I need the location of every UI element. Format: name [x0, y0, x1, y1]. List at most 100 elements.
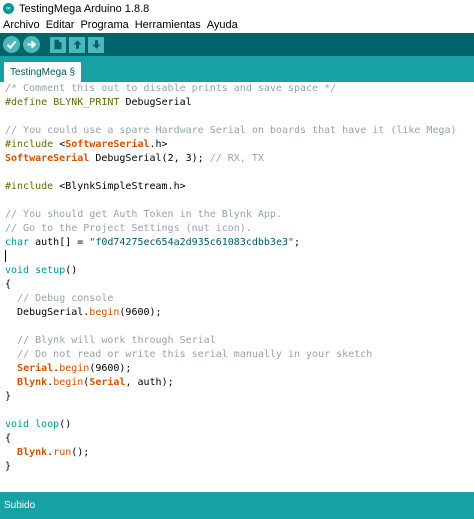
code-token: // Go to the Project Settings (nut icon)…: [5, 223, 252, 234]
code-token: <BlynkSimpleStream.h>: [53, 181, 186, 192]
code-token: begin: [53, 377, 84, 388]
code-line: #include <BlynkSimpleStream.h>: [5, 180, 474, 194]
code-token: Blynk: [17, 377, 48, 388]
text-cursor: [5, 250, 6, 262]
code-token: <: [53, 139, 66, 150]
menu-herramientas[interactable]: Herramientas: [132, 19, 204, 31]
code-token: (): [65, 265, 78, 276]
code-line: // Debug console: [5, 292, 474, 306]
code-token: (9600);: [119, 307, 162, 318]
code-token: setup: [35, 265, 66, 276]
code-token: auth[] =: [29, 237, 90, 248]
menu-ayuda[interactable]: Ayuda: [204, 19, 241, 31]
code-line: // You could use a spare Hardware Serial…: [5, 124, 474, 138]
window-title: TestingMega Arduino 1.8.8: [19, 2, 150, 15]
save-button[interactable]: [88, 36, 104, 53]
menu-editar[interactable]: Editar: [43, 19, 78, 31]
code-line: Blynk.begin(Serial, auth);: [5, 376, 474, 390]
code-line: // You should get Auth Token in the Blyn…: [5, 208, 474, 222]
code-token: // Debug console: [17, 293, 114, 304]
upload-icon: [27, 40, 37, 49]
toolbar: [0, 33, 474, 56]
code-line: }: [5, 460, 474, 474]
code-token: DebugSerial: [119, 97, 192, 108]
menu-bar: Archivo Editar Programa Herramientas Ayu…: [0, 17, 474, 33]
code-token: DebugSerial.: [5, 307, 90, 318]
code-token: // You should get Auth Token in the Blyn…: [5, 209, 282, 220]
status-bar: Subido: [0, 492, 474, 519]
code-token: // Blynk will work through Serial: [17, 335, 216, 346]
code-editor[interactable]: /* Comment this out to disable prints an…: [0, 82, 474, 492]
code-token: Serial: [17, 363, 54, 374]
title-bar: ∞ TestingMega Arduino 1.8.8: [0, 0, 474, 17]
code-token: {: [5, 279, 12, 290]
code-token: /* Comment this out to disable prints an…: [5, 83, 337, 94]
code-line: Serial.begin(9600);: [5, 362, 474, 376]
code-line: void setup(): [5, 264, 474, 278]
code-token: DebugSerial(2, 3);: [89, 153, 210, 164]
arduino-logo-icon: ∞: [3, 3, 14, 14]
code-token: #include: [5, 139, 54, 150]
code-token: ;: [294, 237, 301, 248]
code-line: // Go to the Project Settings (nut icon)…: [5, 222, 474, 236]
menu-programa[interactable]: Programa: [77, 19, 131, 31]
code-token: {: [5, 433, 12, 444]
code-token: char: [5, 237, 30, 248]
status-text: Subido: [4, 500, 36, 511]
code-token: loop: [35, 419, 60, 430]
verify-icon: [6, 40, 17, 49]
open-icon: [73, 40, 81, 49]
code-token: ();: [71, 447, 90, 458]
code-line: #include <SoftwareSerial.h>: [5, 138, 474, 152]
code-line: /* Comment this out to disable prints an…: [5, 82, 474, 96]
upload-button[interactable]: [23, 36, 40, 53]
code-token: // RX, TX: [209, 153, 264, 164]
code-line: {: [5, 278, 474, 292]
new-icon: [54, 39, 62, 50]
code-line: #define BLYNK_PRINT DebugSerial: [5, 96, 474, 110]
code-token: Blynk: [17, 447, 48, 458]
code-token: , auth);: [125, 377, 174, 388]
tab-testingmega[interactable]: TestingMega §: [4, 62, 82, 82]
save-icon: [92, 40, 100, 49]
code-line: Blynk.run();: [5, 446, 474, 460]
code-token: // You could use a spare Hardware Serial…: [5, 125, 457, 136]
code-token: void: [5, 265, 30, 276]
verify-button[interactable]: [3, 36, 20, 53]
code-token: begin: [89, 307, 120, 318]
code-token: run: [53, 447, 72, 458]
code-token: Serial: [89, 377, 126, 388]
code-token: SoftwareSerial: [5, 153, 90, 164]
code-line: SoftwareSerial DebugSerial(2, 3); // RX,…: [5, 152, 474, 166]
new-button[interactable]: [50, 36, 66, 53]
code-token: void: [5, 419, 30, 430]
code-line: }: [5, 390, 474, 404]
code-token: (9600);: [89, 363, 132, 374]
code-token: BLYNK_PRINT: [53, 97, 120, 108]
code-line: // Do not read or write this serial manu…: [5, 348, 474, 362]
code-line: [5, 250, 474, 264]
code-token: #define: [5, 97, 48, 108]
code-line: DebugSerial.begin(9600);: [5, 306, 474, 320]
code-token: }: [5, 391, 12, 402]
code-token: begin: [59, 363, 90, 374]
code-token: #include: [5, 181, 54, 192]
code-line: char auth[] = "f0d74275ec654a2d935c61083…: [5, 236, 474, 250]
menu-archivo[interactable]: Archivo: [0, 19, 43, 31]
code-token: .h>: [149, 139, 168, 150]
open-button[interactable]: [69, 36, 85, 53]
code-line: {: [5, 432, 474, 446]
code-token: SoftwareSerial: [65, 139, 150, 150]
code-token: "f0d74275ec654a2d935c61083cdbb3e3": [89, 237, 295, 248]
